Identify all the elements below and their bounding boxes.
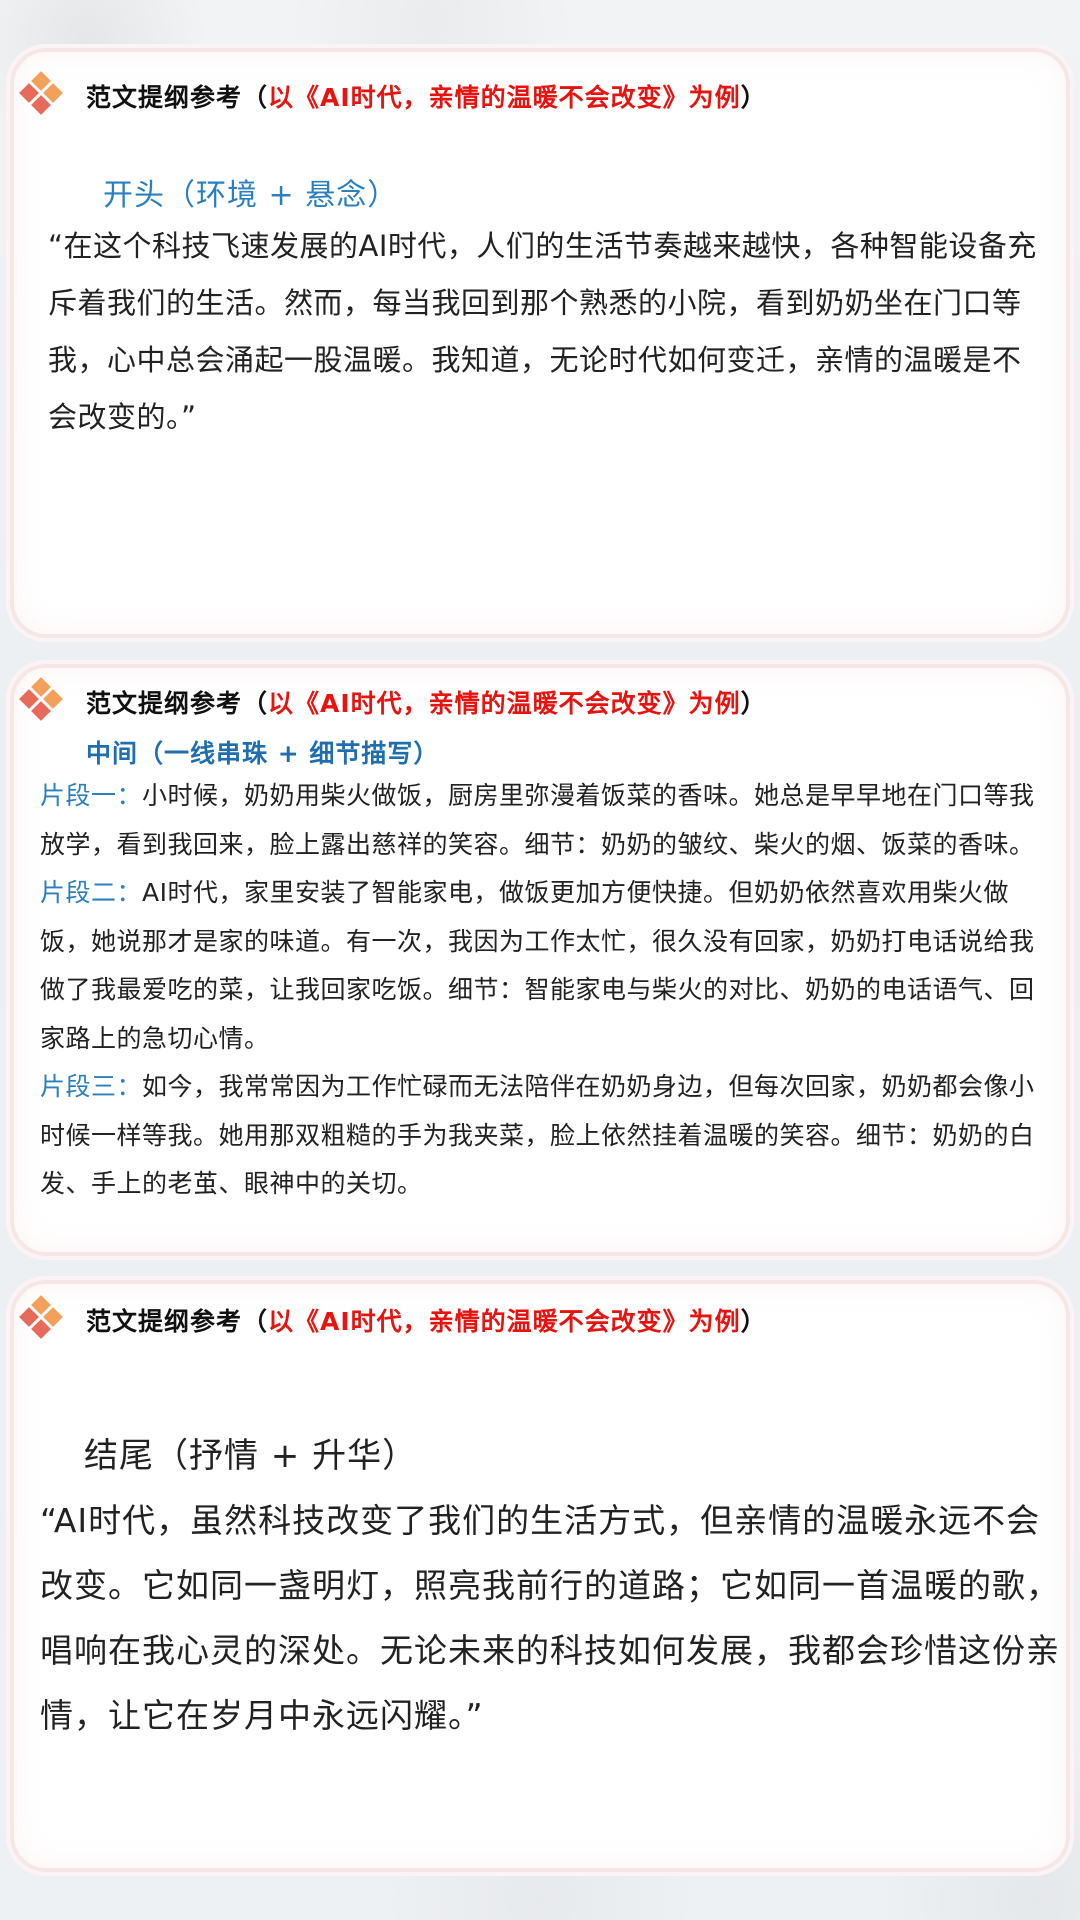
card-header-title: 范文提纲参考（以《AI时代，亲情的温暖不会改变》为例）	[86, 1302, 767, 1338]
fragment-label: 片段一：	[40, 781, 143, 810]
fragment-text: AI时代，家里安装了智能家电，做饭更加方便快捷。但奶奶依然喜欢用柴火做饭，她说那…	[40, 878, 1035, 1053]
header-prefix: 范文提纲参考（	[86, 1307, 269, 1336]
header-suffix: ）	[740, 689, 767, 718]
fragment-text: 小时候，奶奶用柴火做饭，厨房里弥漫着饭菜的香味。她总是早早地在门口等我放学，看到…	[40, 781, 1035, 859]
diamond-logo-icon	[19, 1295, 63, 1339]
outline-card-middle: 范文提纲参考（以《AI时代，亲情的温暖不会改变》为例） 中间（一线串珠 + 细节…	[14, 668, 1066, 1252]
opening-title: 开头（环境 + 悬念）	[103, 178, 399, 213]
fragment-text: 如今，我常常因为工作忙碌而无法陪伴在奶奶身边，但每次回家，奶奶都会像小时候一样等…	[40, 1072, 1035, 1198]
header-example-title: 以《AI时代，亲情的温暖不会改变》为例	[268, 1307, 741, 1336]
card-header-title: 范文提纲参考（以《AI时代，亲情的温暖不会改变》为例）	[86, 78, 767, 114]
opening-body: “在这个科技飞速发展的AI时代，人们的生活节奏越来越快，各种智能设备充斥着我们的…	[48, 229, 1037, 434]
card-header: 范文提纲参考（以《AI时代，亲情的温暖不会改变》为例）	[14, 71, 767, 115]
fragment-item: 片段一：小时候，奶奶用柴火做饭，厨房里弥漫着饭菜的香味。她总是早早地在门口等我放…	[40, 772, 1056, 869]
header-suffix: ）	[740, 83, 767, 112]
outline-card-opening: 范文提纲参考（以《AI时代，亲情的温暖不会改变》为例） 开头（环境 + 悬念） …	[14, 52, 1066, 634]
fragment-label: 片段三：	[40, 1072, 143, 1101]
card-header-title: 范文提纲参考（以《AI时代，亲情的温暖不会改变》为例）	[86, 684, 767, 720]
ending-body: “AI时代，虽然科技改变了我们的生活方式，但亲情的温暖永远不会改变。它如同一盏明…	[40, 1501, 1060, 1735]
fragment-item: 片段二：AI时代，家里安装了智能家电，做饭更加方便快捷。但奶奶依然喜欢用柴火做饭…	[40, 869, 1056, 1063]
diamond-logo-icon	[19, 677, 63, 721]
diamond-logo-icon	[19, 71, 63, 115]
middle-title: 中间（一线串珠 + 细节描写）	[86, 739, 440, 768]
header-example-title: 以《AI时代，亲情的温暖不会改变》为例	[268, 689, 741, 718]
fragment-label: 片段二：	[40, 878, 143, 907]
outline-card-ending: 范文提纲参考（以《AI时代，亲情的温暖不会改变》为例） 结尾（抒情 + 升华） …	[14, 1284, 1066, 1868]
header-example-title: 以《AI时代，亲情的温暖不会改变》为例	[268, 83, 741, 112]
card-header: 范文提纲参考（以《AI时代，亲情的温暖不会改变》为例）	[14, 677, 767, 721]
fragment-item: 片段三：如今，我常常因为工作忙碌而无法陪伴在奶奶身边，但每次回家，奶奶都会像小时…	[40, 1063, 1056, 1209]
ending-title: 结尾（抒情 + 升华）	[84, 1436, 418, 1476]
fragment-list: 片段一：小时候，奶奶用柴火做饭，厨房里弥漫着饭菜的香味。她总是早早地在门口等我放…	[40, 772, 1056, 1209]
header-suffix: ）	[740, 1307, 767, 1336]
header-prefix: 范文提纲参考（	[86, 83, 269, 112]
card-header: 范文提纲参考（以《AI时代，亲情的温暖不会改变》为例）	[14, 1295, 767, 1339]
header-prefix: 范文提纲参考（	[86, 689, 269, 718]
